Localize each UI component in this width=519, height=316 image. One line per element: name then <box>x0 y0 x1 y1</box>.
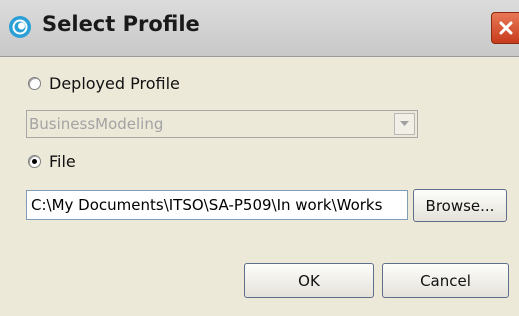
file-radio-button[interactable] <box>28 154 41 168</box>
cancel-button[interactable]: Cancel <box>382 263 509 298</box>
profile-dropdown-value: BusinessModeling <box>29 115 164 133</box>
file-label: File <box>49 151 76 171</box>
select-profile-dialog: Select Profile Deployed Profile Business… <box>0 0 519 316</box>
close-icon <box>499 21 513 35</box>
file-path-input[interactable]: C:\My Documents\ITSO\SA-P509\In work\Wor… <box>26 190 408 220</box>
window-title: Select Profile <box>42 12 200 36</box>
close-button[interactable] <box>491 12 519 44</box>
file-path-value: C:\My Documents\ITSO\SA-P509\In work\Wor… <box>31 196 383 214</box>
dropdown-arrow-button[interactable] <box>394 113 415 135</box>
file-radio[interactable]: File <box>28 150 76 172</box>
deployed-profile-radio[interactable]: Deployed Profile <box>28 72 180 94</box>
deployed-profile-label: Deployed Profile <box>49 73 180 93</box>
chevron-down-icon <box>400 121 409 126</box>
app-icon <box>8 15 32 39</box>
profile-dropdown[interactable]: BusinessModeling <box>26 110 418 138</box>
radio-selected-dot <box>32 158 37 164</box>
title-bar[interactable]: Select Profile <box>0 0 519 57</box>
browse-button[interactable]: Browse... <box>413 189 507 222</box>
ok-button[interactable]: OK <box>244 263 374 298</box>
deployed-profile-radio-button[interactable] <box>28 76 41 90</box>
